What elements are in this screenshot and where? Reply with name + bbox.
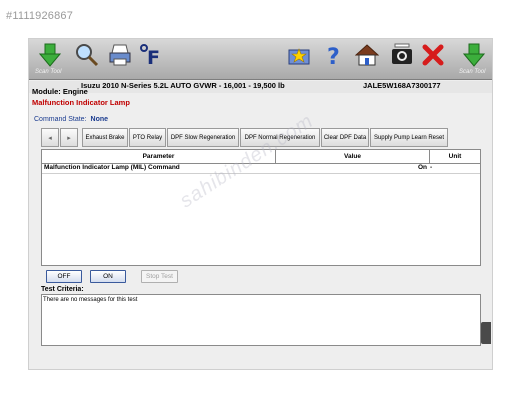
tab-clear-dpf-data[interactable]: Clear DPF Data (321, 128, 369, 147)
module-label: Module: Engine (32, 87, 88, 96)
row-value: On (418, 164, 428, 171)
tab-prev-button[interactable]: ◂ (41, 128, 59, 147)
scan-tool-caption-left: Scan Tool (35, 69, 62, 75)
command-state: Command State: None (34, 116, 108, 123)
scan-tool-caption-right: Scan Tool (459, 69, 486, 75)
stop-test-button: Stop Test (141, 270, 178, 283)
down-arrow-icon[interactable] (37, 42, 63, 68)
close-icon[interactable] (420, 42, 446, 68)
star-folder-icon[interactable] (286, 42, 312, 68)
row-unit: - (430, 164, 433, 171)
tab-exhaust-brake[interactable]: Exhaust Brake (82, 128, 128, 147)
svg-text:F: F (147, 47, 160, 67)
printer-icon[interactable] (107, 42, 133, 68)
toolbar: Scan Tool F ? Scan Tool (29, 39, 492, 80)
vehicle-description: Isuzu 2010 N-Series 5.2L AUTO GVWR - 16,… (81, 81, 285, 90)
svg-text:?: ? (327, 45, 340, 67)
command-state-label: Command State: (34, 116, 87, 123)
parameter-table: Parameter Value Unit Malfunction Indicat… (41, 149, 481, 266)
fahrenheit-icon[interactable]: F (139, 42, 165, 68)
home-icon[interactable] (354, 42, 380, 68)
vehicle-vin: JALE5W168A7300177 (363, 81, 441, 90)
test-criteria-message: There are no messages for this test (43, 297, 138, 303)
component-title: Malfunction Indicator Lamp (32, 98, 130, 107)
row-parameter: Malfunction Indicator Lamp (MIL) Command (44, 164, 180, 171)
camera-icon[interactable] (389, 42, 415, 68)
tab-next-button[interactable]: ▸ (60, 128, 78, 147)
column-header-value: Value (276, 150, 430, 163)
command-state-value: None (90, 116, 109, 123)
side-scroll-handle[interactable] (481, 322, 491, 344)
on-button[interactable]: ON (90, 270, 126, 283)
down-arrow-icon[interactable] (461, 42, 487, 68)
test-criteria-label: Test Criteria: (41, 286, 84, 293)
scan-tool-window: Scan Tool F ? Scan Tool Isuzu 2010 N-Ser… (28, 38, 493, 370)
listing-id: #1111926867 (6, 10, 74, 22)
tab-supply-pump-learn-reset[interactable]: Supply Pump Learn Reset (370, 128, 448, 147)
test-criteria-box: There are no messages for this test (41, 294, 481, 346)
column-header-unit: Unit (448, 153, 462, 160)
off-button[interactable]: OFF (46, 270, 82, 283)
tab-pto-relay[interactable]: PTO Relay (129, 128, 166, 147)
vehicle-info-bar: Isuzu 2010 N-Series 5.2L AUTO GVWR - 16,… (29, 81, 492, 93)
help-icon[interactable]: ? (321, 42, 347, 68)
search-icon[interactable] (74, 42, 100, 68)
tab-dpf-slow-regeneration[interactable]: DPF Slow Regeneration (167, 128, 239, 147)
